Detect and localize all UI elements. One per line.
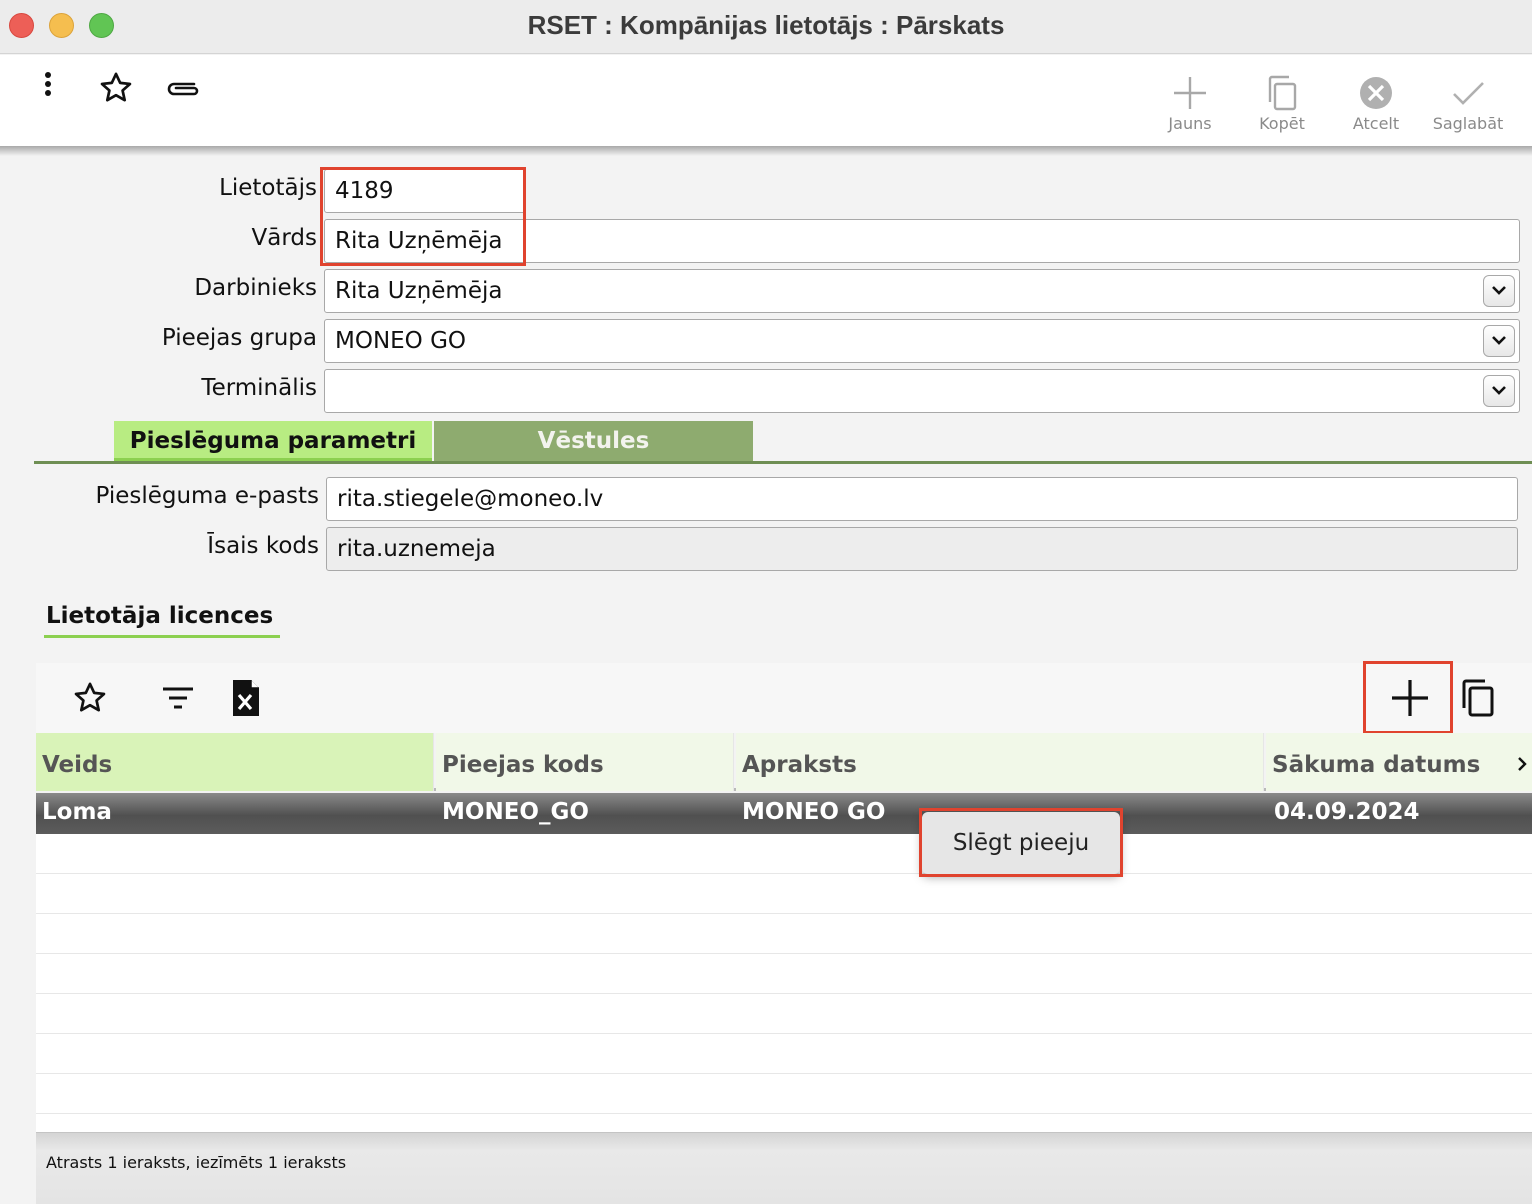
employee-dropdown-button[interactable] — [1483, 275, 1515, 307]
cell-description: MONEO GO — [742, 799, 886, 825]
excel-export-icon[interactable] — [230, 678, 262, 722]
cancel-button-label: Atcelt — [1352, 114, 1400, 133]
status-bar: Atrasts 1 ieraksts, iezīmēts 1 ieraksts — [36, 1132, 1532, 1204]
licenses-section-title: Lietotāja licences — [46, 603, 274, 629]
terminal-dropdown-button[interactable] — [1483, 375, 1515, 407]
title-bar: RSET : Kompānijas lietotājs : Pārskats — [0, 0, 1532, 54]
cancel-button[interactable]: Atcelt — [1336, 74, 1416, 133]
connection-email-field[interactable]: rita.stiegele@moneo.lv — [326, 477, 1518, 521]
filter-icon[interactable] — [160, 684, 196, 716]
context-menu-close-access[interactable]: Slēgt pieeju — [922, 812, 1120, 874]
toolbar-shadow — [0, 146, 1532, 156]
window-title: RSET : Kompānijas lietotājs : Pārskats — [527, 10, 1005, 40]
save-button[interactable]: Saglabāt — [1428, 74, 1508, 133]
terminal-label: Terminālis — [201, 375, 317, 401]
column-header-start-date[interactable]: Sākuma datums — [1266, 733, 1532, 791]
short-code-field: rita.uznemeja — [326, 527, 1518, 571]
employee-select[interactable]: Rita Uzņēmēja — [324, 269, 1520, 313]
star-icon[interactable] — [98, 70, 134, 110]
new-button[interactable]: Jauns — [1150, 74, 1230, 133]
tab-divider — [34, 461, 1532, 464]
chevron-down-icon — [1492, 386, 1506, 395]
licenses-grid-header: Veids Pieejas kods Apraksts Sākuma datum… — [36, 733, 1532, 791]
copy-icon[interactable] — [1460, 678, 1496, 722]
save-button-label: Saglabāt — [1432, 114, 1504, 133]
paperclip-icon[interactable] — [164, 76, 202, 106]
more-vertical-icon[interactable] — [38, 70, 58, 108]
cancel-circle-icon — [1360, 77, 1392, 109]
licenses-section-underline — [44, 635, 280, 638]
cell-access-code: MONEO_GO — [442, 799, 589, 825]
access-group-select[interactable]: MONEO GO — [324, 319, 1520, 363]
cell-start-date: 04.09.2024 — [1274, 799, 1420, 825]
employee-label: Darbinieks — [194, 275, 317, 301]
short-code-label: Īsais kods — [207, 533, 319, 559]
add-icon[interactable] — [1388, 676, 1432, 724]
new-button-label: Jauns — [1168, 114, 1212, 133]
access-group-select-value: MONEO GO — [335, 328, 467, 354]
name-label: Vārds — [251, 225, 317, 251]
name-field[interactable]: Rita Uzņēmēja — [324, 219, 1520, 263]
table-row[interactable]: Loma MONEO_GO MONEO GO 04.09.2024 — [36, 793, 1532, 834]
column-header-description[interactable]: Apraksts — [736, 733, 1264, 791]
star-icon[interactable] — [72, 680, 108, 720]
terminal-select[interactable] — [324, 369, 1520, 413]
connection-email-label: Pieslēguma e-pasts — [95, 483, 319, 509]
employee-select-value: Rita Uzņēmēja — [335, 278, 503, 304]
column-header-access-code[interactable]: Pieejas kods — [436, 733, 734, 791]
user-field[interactable]: 4189 — [324, 169, 526, 213]
tab-connection-parameters[interactable]: Pieslēguma parametri — [114, 421, 432, 461]
chevron-down-icon — [1492, 336, 1506, 345]
plus-icon — [1174, 77, 1206, 109]
copy-button[interactable]: Kopēt — [1242, 74, 1322, 133]
licenses-grid-empty-rows — [36, 834, 1532, 1132]
access-group-dropdown-button[interactable] — [1483, 325, 1515, 357]
checkmark-icon — [1453, 82, 1484, 105]
copy-icon — [1268, 75, 1297, 111]
chevron-down-icon — [1492, 286, 1506, 295]
copy-button-label: Kopēt — [1259, 114, 1305, 133]
chevron-right-icon[interactable] — [1516, 755, 1528, 777]
column-header-type[interactable]: Veids — [36, 733, 434, 791]
tab-letters[interactable]: Vēstules — [434, 421, 753, 461]
access-group-label: Pieejas grupa — [161, 325, 317, 351]
user-label: Lietotājs — [219, 175, 317, 201]
cell-type: Loma — [42, 799, 112, 825]
status-text: Atrasts 1 ieraksts, iezīmēts 1 ieraksts — [46, 1153, 347, 1172]
